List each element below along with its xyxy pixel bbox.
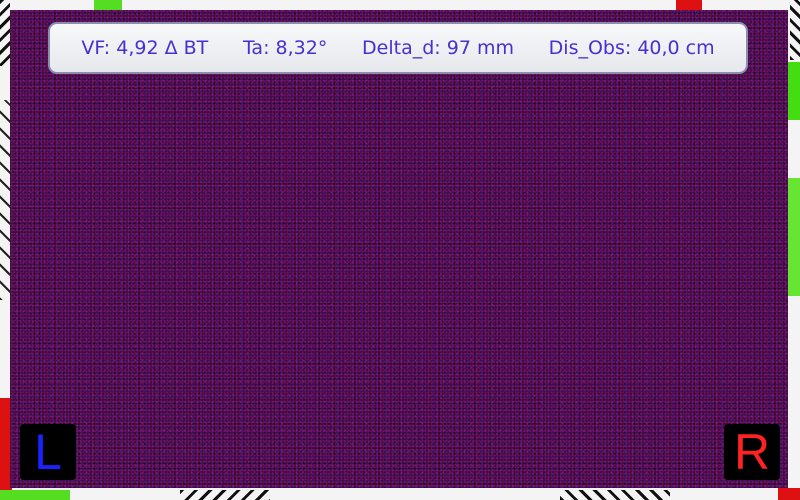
border-decoration [786, 62, 800, 120]
delta-d-readout: Delta_d: 97 mm [362, 37, 514, 59]
app-window: VF: 4,92 Δ BT Ta: 8,32° Delta_d: 97 mm D… [0, 0, 800, 500]
stimulus-display [10, 10, 788, 488]
right-eye-button[interactable]: R [724, 424, 780, 480]
border-decoration [0, 100, 10, 300]
dis-obs-readout: Dis_Obs: 40,0 cm [548, 37, 715, 59]
border-decoration [94, 0, 122, 10]
border-decoration [180, 490, 270, 500]
border-decoration [778, 488, 800, 500]
border-decoration [788, 178, 800, 296]
left-eye-button[interactable]: L [20, 424, 76, 480]
border-decoration [676, 0, 702, 10]
measurement-bar: VF: 4,92 Δ BT Ta: 8,32° Delta_d: 97 mm D… [48, 22, 748, 74]
ta-readout: Ta: 8,32° [242, 37, 328, 59]
vf-readout: VF: 4,92 Δ BT [81, 37, 209, 59]
border-decoration [790, 0, 800, 60]
border-decoration [560, 490, 670, 500]
border-decoration [0, 490, 70, 500]
border-decoration [0, 0, 10, 66]
